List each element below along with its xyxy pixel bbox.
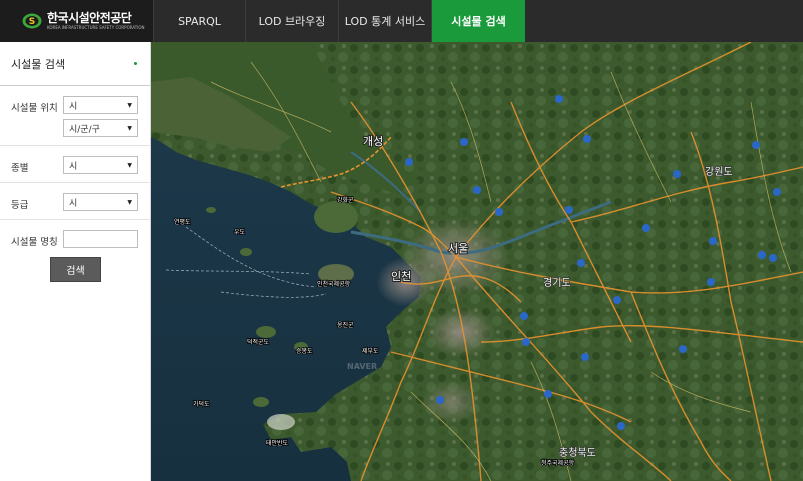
label-incheon: 인천	[391, 269, 411, 283]
map-view[interactable]: 개성 서울 인천 강원도 경기도 충청북도 인천국제공항 강화군 옹진군 연평도…	[151, 42, 803, 481]
type-select[interactable]: 시 ▼	[63, 156, 138, 174]
city-select[interactable]: 시 ▼	[63, 96, 138, 114]
grade-select-value: 시	[69, 198, 78, 209]
tab-lod-browsing[interactable]: LOD 브라우징	[246, 0, 339, 42]
district-select-value: 시/군/구	[69, 124, 100, 135]
label-ganghwa: 강화군	[337, 196, 354, 204]
search-button[interactable]: 검색	[50, 257, 101, 282]
name-label: 시설물 명칭	[11, 237, 58, 248]
naver-watermark: NAVER	[347, 362, 377, 371]
district-select[interactable]: 시/군/구 ▼	[63, 119, 138, 137]
label-airport: 인천국제공항	[317, 280, 351, 288]
label-deokjeok: 덕적군도	[247, 339, 270, 346]
name-row: 시설물 명칭	[0, 220, 150, 256]
main-nav: SPARQL LOD 브라우징 LOD 통계 서비스 시설물 검색	[153, 0, 525, 42]
urban-suwon	[426, 307, 496, 357]
label-gangwon: 강원도	[705, 166, 733, 178]
island-small-4	[267, 414, 295, 430]
city-select-value: 시	[69, 101, 78, 112]
label-chungbuk: 충청북도	[559, 447, 596, 459]
sidebar-title: 시설물 검색	[11, 57, 66, 71]
logo-icon: S	[22, 13, 42, 29]
label-gyeonggi: 경기도	[543, 276, 571, 289]
facility-name-input[interactable]	[63, 230, 138, 248]
search-sidebar: 시설물 검색 시설물 위치 시 ▼ 시/군/구 ▼ 종별 시 ▼ 등급 시 ▼ …	[0, 42, 151, 481]
location-label: 시설물 위치	[11, 103, 58, 114]
tab-sparql[interactable]: SPARQL	[153, 0, 246, 42]
chevron-down-icon: ▼	[127, 198, 132, 206]
label-gaeseong: 개성	[363, 135, 383, 148]
grade-label: 등급	[11, 200, 29, 211]
label-seoul: 서울	[448, 242, 468, 255]
chevron-down-icon: ▼	[127, 161, 132, 169]
logo-korean-text: 한국시설안전공단	[47, 11, 132, 25]
tab-facility-search[interactable]: 시설물 검색	[432, 0, 525, 42]
label-seungbong: 승봉도	[296, 347, 313, 355]
label-jebu: 제부도	[362, 347, 379, 355]
label-taean: 태안반도	[266, 439, 289, 447]
svg-text:S: S	[29, 17, 35, 27]
chevron-down-icon: ▼	[127, 124, 132, 132]
grade-select[interactable]: 시 ▼	[63, 193, 138, 211]
status-dot-icon	[134, 62, 137, 65]
label-ongjin: 옹진군	[337, 321, 354, 329]
satellite-map: 개성 서울 인천 강원도 경기도 충청북도 인천국제공항 강화군 옹진군 연평도…	[151, 42, 803, 481]
label-gadeok: 가덕도	[193, 400, 210, 408]
type-row: 종별 시 ▼	[0, 146, 150, 183]
island-small-3	[206, 207, 216, 213]
island-ganghwa	[314, 201, 358, 233]
chevron-down-icon: ▼	[127, 101, 132, 109]
sidebar-header: 시설물 검색	[0, 42, 150, 86]
tab-lod-statistics[interactable]: LOD 통계 서비스	[339, 0, 432, 42]
type-label: 종별	[11, 163, 29, 174]
grade-row: 등급 시 ▼	[0, 183, 150, 220]
logo-english-text: KOREA INFRASTRUCTURE SAFETY CORPORATION	[47, 25, 145, 30]
top-header: S 한국시설안전공단 KOREA INFRASTRUCTURE SAFETY C…	[0, 0, 803, 42]
island-small-2	[240, 248, 252, 256]
island-small-5	[253, 397, 269, 407]
type-select-value: 시	[69, 161, 78, 172]
label-yeonpyeong: 연평도	[174, 218, 191, 226]
location-row: 시설물 위치 시 ▼ 시/군/구 ▼	[0, 86, 150, 146]
label-cheongju-airport: 청주국제공항	[541, 459, 575, 467]
logo[interactable]: S 한국시설안전공단 KOREA INFRASTRUCTURE SAFETY C…	[0, 0, 153, 42]
island-deokjeok	[256, 326, 276, 338]
label-udo: 우도	[234, 229, 246, 236]
